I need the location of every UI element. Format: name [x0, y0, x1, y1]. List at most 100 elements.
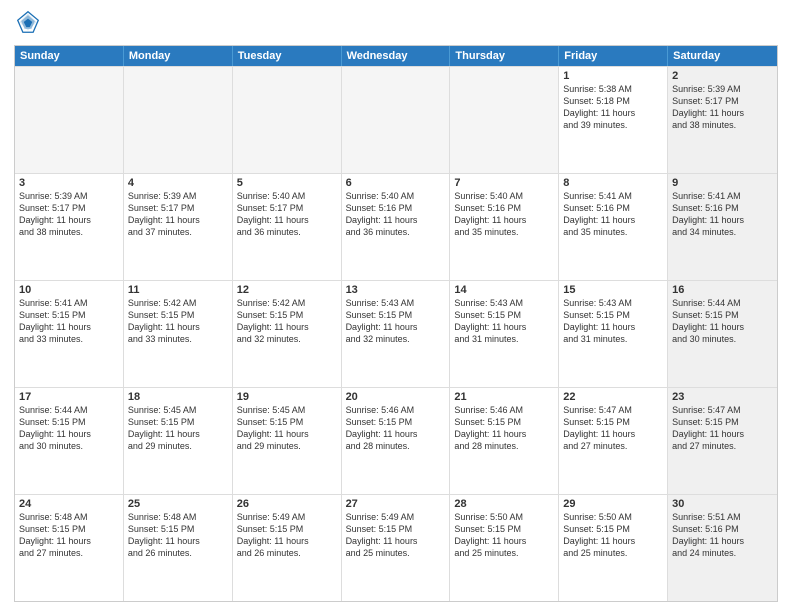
day-number: 19	[237, 391, 337, 403]
day-info: Sunrise: 5:50 AMSunset: 5:15 PMDaylight:…	[563, 511, 663, 560]
day-cell-30: 30Sunrise: 5:51 AMSunset: 5:16 PMDayligh…	[668, 495, 777, 601]
day-number: 4	[128, 177, 228, 189]
day-info: Sunrise: 5:44 AMSunset: 5:15 PMDaylight:…	[672, 297, 773, 346]
day-number: 21	[454, 391, 554, 403]
header-day-tuesday: Tuesday	[233, 46, 342, 66]
day-info: Sunrise: 5:47 AMSunset: 5:15 PMDaylight:…	[563, 404, 663, 453]
day-info: Sunrise: 5:41 AMSunset: 5:16 PMDaylight:…	[672, 190, 773, 239]
calendar-body: 1Sunrise: 5:38 AMSunset: 5:18 PMDaylight…	[15, 66, 777, 601]
day-info: Sunrise: 5:48 AMSunset: 5:15 PMDaylight:…	[128, 511, 228, 560]
day-number: 11	[128, 284, 228, 296]
day-cell-25: 25Sunrise: 5:48 AMSunset: 5:15 PMDayligh…	[124, 495, 233, 601]
day-info: Sunrise: 5:49 AMSunset: 5:15 PMDaylight:…	[237, 511, 337, 560]
day-cell-2: 2Sunrise: 5:39 AMSunset: 5:17 PMDaylight…	[668, 67, 777, 173]
header-day-monday: Monday	[124, 46, 233, 66]
day-info: Sunrise: 5:45 AMSunset: 5:15 PMDaylight:…	[128, 404, 228, 453]
day-number: 29	[563, 498, 663, 510]
header-day-thursday: Thursday	[450, 46, 559, 66]
day-cell-6: 6Sunrise: 5:40 AMSunset: 5:16 PMDaylight…	[342, 174, 451, 280]
day-cell-12: 12Sunrise: 5:42 AMSunset: 5:15 PMDayligh…	[233, 281, 342, 387]
day-number: 8	[563, 177, 663, 189]
calendar-header: SundayMondayTuesdayWednesdayThursdayFrid…	[15, 46, 777, 66]
day-info: Sunrise: 5:41 AMSunset: 5:16 PMDaylight:…	[563, 190, 663, 239]
day-cell-20: 20Sunrise: 5:46 AMSunset: 5:15 PMDayligh…	[342, 388, 451, 494]
page: SundayMondayTuesdayWednesdayThursdayFrid…	[0, 0, 792, 612]
day-number: 6	[346, 177, 446, 189]
day-cell-3: 3Sunrise: 5:39 AMSunset: 5:17 PMDaylight…	[15, 174, 124, 280]
week-row-5: 24Sunrise: 5:48 AMSunset: 5:15 PMDayligh…	[15, 494, 777, 601]
day-number: 30	[672, 498, 773, 510]
header-day-saturday: Saturday	[668, 46, 777, 66]
day-info: Sunrise: 5:46 AMSunset: 5:15 PMDaylight:…	[454, 404, 554, 453]
day-cell-24: 24Sunrise: 5:48 AMSunset: 5:15 PMDayligh…	[15, 495, 124, 601]
day-number: 20	[346, 391, 446, 403]
day-cell-16: 16Sunrise: 5:44 AMSunset: 5:15 PMDayligh…	[668, 281, 777, 387]
day-number: 12	[237, 284, 337, 296]
day-number: 27	[346, 498, 446, 510]
day-info: Sunrise: 5:43 AMSunset: 5:15 PMDaylight:…	[563, 297, 663, 346]
empty-cell	[124, 67, 233, 173]
day-cell-1: 1Sunrise: 5:38 AMSunset: 5:18 PMDaylight…	[559, 67, 668, 173]
day-number: 3	[19, 177, 119, 189]
empty-cell	[342, 67, 451, 173]
day-info: Sunrise: 5:39 AMSunset: 5:17 PMDaylight:…	[128, 190, 228, 239]
day-cell-23: 23Sunrise: 5:47 AMSunset: 5:15 PMDayligh…	[668, 388, 777, 494]
day-info: Sunrise: 5:48 AMSunset: 5:15 PMDaylight:…	[19, 511, 119, 560]
day-cell-15: 15Sunrise: 5:43 AMSunset: 5:15 PMDayligh…	[559, 281, 668, 387]
day-cell-14: 14Sunrise: 5:43 AMSunset: 5:15 PMDayligh…	[450, 281, 559, 387]
day-cell-10: 10Sunrise: 5:41 AMSunset: 5:15 PMDayligh…	[15, 281, 124, 387]
day-number: 2	[672, 70, 773, 82]
day-info: Sunrise: 5:47 AMSunset: 5:15 PMDaylight:…	[672, 404, 773, 453]
day-cell-8: 8Sunrise: 5:41 AMSunset: 5:16 PMDaylight…	[559, 174, 668, 280]
day-cell-21: 21Sunrise: 5:46 AMSunset: 5:15 PMDayligh…	[450, 388, 559, 494]
day-number: 22	[563, 391, 663, 403]
day-number: 5	[237, 177, 337, 189]
logo-icon	[16, 10, 40, 34]
day-info: Sunrise: 5:51 AMSunset: 5:16 PMDaylight:…	[672, 511, 773, 560]
day-number: 14	[454, 284, 554, 296]
day-info: Sunrise: 5:40 AMSunset: 5:16 PMDaylight:…	[454, 190, 554, 239]
day-cell-4: 4Sunrise: 5:39 AMSunset: 5:17 PMDaylight…	[124, 174, 233, 280]
day-number: 26	[237, 498, 337, 510]
day-info: Sunrise: 5:43 AMSunset: 5:15 PMDaylight:…	[346, 297, 446, 346]
day-number: 17	[19, 391, 119, 403]
day-info: Sunrise: 5:46 AMSunset: 5:15 PMDaylight:…	[346, 404, 446, 453]
day-cell-7: 7Sunrise: 5:40 AMSunset: 5:16 PMDaylight…	[450, 174, 559, 280]
day-number: 24	[19, 498, 119, 510]
day-cell-5: 5Sunrise: 5:40 AMSunset: 5:17 PMDaylight…	[233, 174, 342, 280]
day-info: Sunrise: 5:40 AMSunset: 5:16 PMDaylight:…	[346, 190, 446, 239]
day-cell-22: 22Sunrise: 5:47 AMSunset: 5:15 PMDayligh…	[559, 388, 668, 494]
day-number: 23	[672, 391, 773, 403]
header-day-wednesday: Wednesday	[342, 46, 451, 66]
day-number: 10	[19, 284, 119, 296]
day-cell-9: 9Sunrise: 5:41 AMSunset: 5:16 PMDaylight…	[668, 174, 777, 280]
day-info: Sunrise: 5:38 AMSunset: 5:18 PMDaylight:…	[563, 83, 663, 132]
day-info: Sunrise: 5:42 AMSunset: 5:15 PMDaylight:…	[128, 297, 228, 346]
day-info: Sunrise: 5:42 AMSunset: 5:15 PMDaylight:…	[237, 297, 337, 346]
day-cell-28: 28Sunrise: 5:50 AMSunset: 5:15 PMDayligh…	[450, 495, 559, 601]
day-info: Sunrise: 5:44 AMSunset: 5:15 PMDaylight:…	[19, 404, 119, 453]
day-info: Sunrise: 5:49 AMSunset: 5:15 PMDaylight:…	[346, 511, 446, 560]
day-number: 13	[346, 284, 446, 296]
week-row-1: 1Sunrise: 5:38 AMSunset: 5:18 PMDaylight…	[15, 66, 777, 173]
day-cell-19: 19Sunrise: 5:45 AMSunset: 5:15 PMDayligh…	[233, 388, 342, 494]
day-info: Sunrise: 5:45 AMSunset: 5:15 PMDaylight:…	[237, 404, 337, 453]
day-number: 18	[128, 391, 228, 403]
week-row-2: 3Sunrise: 5:39 AMSunset: 5:17 PMDaylight…	[15, 173, 777, 280]
header-day-sunday: Sunday	[15, 46, 124, 66]
day-cell-13: 13Sunrise: 5:43 AMSunset: 5:15 PMDayligh…	[342, 281, 451, 387]
day-number: 25	[128, 498, 228, 510]
day-cell-27: 27Sunrise: 5:49 AMSunset: 5:15 PMDayligh…	[342, 495, 451, 601]
week-row-4: 17Sunrise: 5:44 AMSunset: 5:15 PMDayligh…	[15, 387, 777, 494]
day-info: Sunrise: 5:39 AMSunset: 5:17 PMDaylight:…	[19, 190, 119, 239]
day-number: 1	[563, 70, 663, 82]
logo	[14, 10, 40, 39]
day-info: Sunrise: 5:40 AMSunset: 5:17 PMDaylight:…	[237, 190, 337, 239]
day-number: 9	[672, 177, 773, 189]
day-number: 15	[563, 284, 663, 296]
day-cell-11: 11Sunrise: 5:42 AMSunset: 5:15 PMDayligh…	[124, 281, 233, 387]
day-info: Sunrise: 5:43 AMSunset: 5:15 PMDaylight:…	[454, 297, 554, 346]
empty-cell	[450, 67, 559, 173]
header	[14, 10, 778, 39]
week-row-3: 10Sunrise: 5:41 AMSunset: 5:15 PMDayligh…	[15, 280, 777, 387]
